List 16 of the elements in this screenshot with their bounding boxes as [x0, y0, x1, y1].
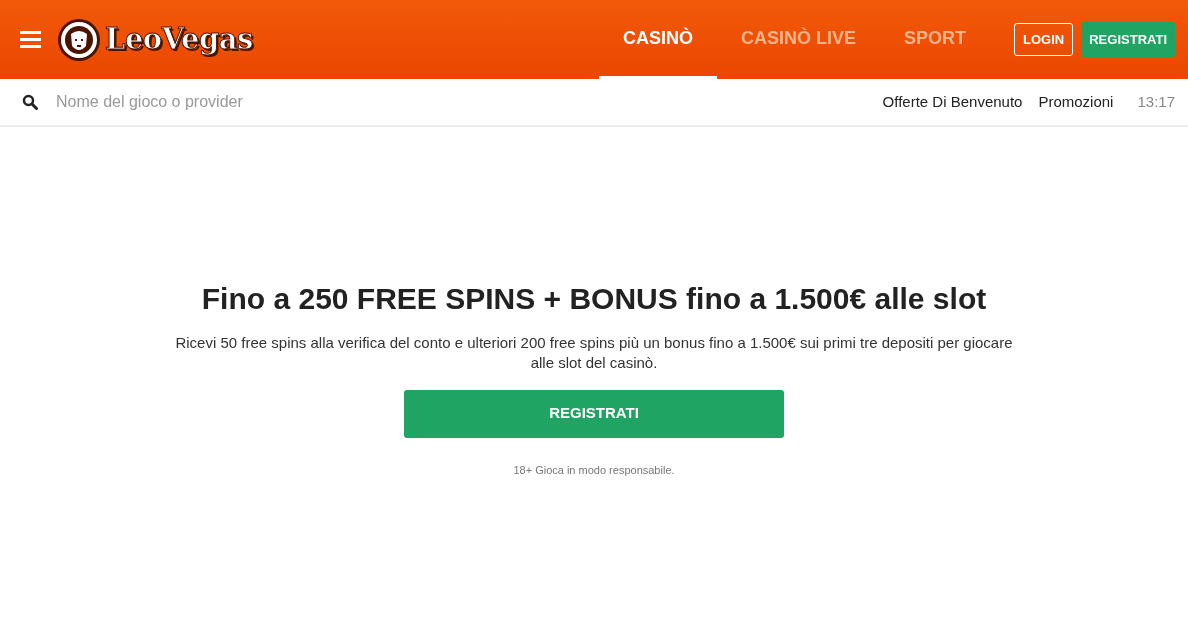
login-button[interactable]: LOGIN: [1014, 22, 1074, 57]
promo-heading: Fino a 250 FREE SPINS + BONUS fino a 1.500€ alle slot: [201, 281, 987, 317]
register-button[interactable]: REGISTRATI: [1081, 21, 1175, 58]
search-icon: [22, 94, 38, 110]
register-button[interactable]: REGISTRATI: [404, 389, 784, 438]
nav-tab[interactable]: CASINÒ: [599, 0, 718, 79]
nav-tab[interactable]: SPORT: [880, 0, 991, 79]
lion-head-icon: [57, 17, 101, 62]
promo-description: Ricevi 50 free spins alla verifica del conto e ulteriori 200 free spins più un bonus fino a 1.500€ sui primi tre depositi per giocare alle slot del casinò.: [174, 333, 1014, 374]
menu-icon[interactable]: [20, 31, 41, 48]
clock-time: 13:17: [1137, 91, 1175, 112]
nav-link[interactable]: Offerte Di Benvenuto: [882, 90, 1023, 114]
responsible-gaming-note: 18+ Gioca in modo responsabile.: [513, 462, 675, 478]
nav-link[interactable]: Promozioni: [1038, 90, 1114, 114]
logo-text[interactable]: LeoVegas: [105, 17, 253, 62]
nav-tab[interactable]: CASINÒ LIVE: [717, 0, 881, 79]
